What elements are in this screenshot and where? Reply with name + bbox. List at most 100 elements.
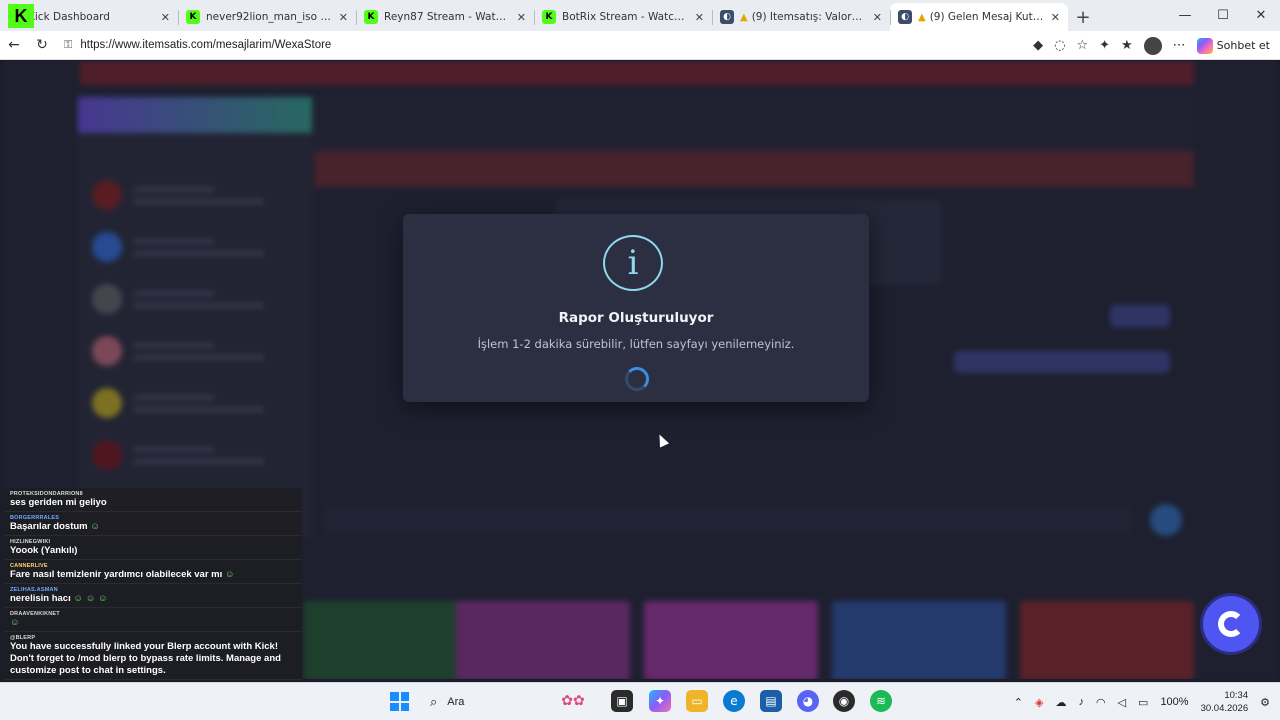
- product-card: [644, 601, 818, 679]
- chevron-up-icon[interactable]: ⌃: [1014, 696, 1023, 709]
- minimize-icon[interactable]: —: [1166, 0, 1204, 31]
- tab-never92lion-stream[interactable]: K never92lion_man_iso Stream ✕: [178, 3, 356, 31]
- conversation-item: [88, 437, 302, 473]
- system-tray: ⌃ ◈ ☁ ♪ ◠ ◁ ▭ 100% 10:34 30.04.2026 ⚙: [1014, 683, 1270, 720]
- close-icon[interactable]: ✕: [873, 11, 882, 24]
- discord-icon[interactable]: ◕: [797, 690, 819, 712]
- back-icon[interactable]: ←: [0, 37, 28, 53]
- copilot-button[interactable]: Sohbet et: [1196, 37, 1270, 54]
- product-cards: [304, 601, 1204, 679]
- info-icon: i: [603, 235, 663, 291]
- warning-icon: ▲: [740, 11, 748, 23]
- new-tab-button[interactable]: +: [1068, 3, 1098, 31]
- extension-icon[interactable]: ◆: [1033, 38, 1043, 53]
- reader-icon[interactable]: ◌: [1054, 38, 1065, 53]
- tulips-widget-icon[interactable]: ✿✿: [561, 690, 584, 712]
- tab-title: Reyn87 Stream - Watch Live o: [384, 11, 511, 23]
- chat-text: Yoook (Yankılı): [10, 545, 296, 557]
- chat-message: HIZLINEGWIKI Yoook (Yankılı): [4, 536, 302, 560]
- toolbar-icons: ◆ ◌ ☆ ✦ ★ ⋯ Sohbet et: [1033, 31, 1270, 60]
- conversation-item: [88, 385, 302, 421]
- chat-text: ☺: [10, 617, 296, 629]
- taskbar-search[interactable]: ⌕ Ara: [420, 688, 548, 715]
- chat-message: CANNERLIVE Fare nasıl temizlenir yardımcı…: [4, 560, 302, 584]
- microphone-icon[interactable]: ♪: [1078, 696, 1084, 708]
- chat-text: You have successfully linked your Blerp …: [10, 641, 296, 677]
- task-view-icon[interactable]: ▣: [611, 690, 633, 712]
- notification-icon[interactable]: ⚙: [1260, 696, 1270, 709]
- product-card: [832, 601, 1006, 679]
- stream-chat-overlay: PROTEKSIDONDARRION8 ses geriden mi geliyo…: [4, 488, 302, 714]
- close-window-icon[interactable]: ✕: [1242, 0, 1280, 31]
- obs-icon[interactable]: ◉: [833, 690, 855, 712]
- store-icon[interactable]: ▤: [760, 690, 782, 712]
- emote-icon: ☺: [10, 617, 20, 628]
- file-explorer-icon[interactable]: ▭: [686, 690, 708, 712]
- chat-message: BORGERRRALES Başarılar dostum ☺: [4, 512, 302, 536]
- reload-icon[interactable]: ↻: [28, 37, 56, 53]
- edge-browser-icon[interactable]: e: [723, 690, 745, 712]
- close-icon[interactable]: ✕: [695, 11, 704, 24]
- conversation-item: [88, 281, 302, 317]
- tab-title: never92lion_man_iso Stream: [206, 11, 333, 23]
- close-icon[interactable]: ✕: [161, 11, 170, 24]
- chat-fab-button[interactable]: [1203, 596, 1259, 652]
- spotify-icon[interactable]: ≋: [870, 690, 892, 712]
- clock[interactable]: 10:34 30.04.2026: [1201, 689, 1249, 715]
- tab-title: (9) Gelen Mesaj Kutusu ve: [929, 11, 1045, 23]
- copilot-app-icon[interactable]: ✦: [649, 690, 671, 712]
- conversation-item: [88, 177, 302, 213]
- conversation-sidebar: [78, 97, 312, 537]
- tab-reyn87-stream[interactable]: K Reyn87 Stream - Watch Live o ✕: [356, 3, 534, 31]
- search-icon: ⌕: [430, 693, 438, 709]
- loading-spinner-icon: [625, 367, 649, 391]
- security-icon[interactable]: ◈: [1035, 696, 1043, 709]
- url-field[interactable]: ⚿ https://www.itemsatis.com/mesajlarim/W…: [64, 39, 331, 52]
- itemsatis-icon: ◐: [720, 10, 734, 24]
- tab-bar: K Kick Dashboard ✕ K never92lion_man_iso…: [0, 0, 1280, 31]
- maximize-icon[interactable]: ☐: [1204, 0, 1242, 31]
- chat-text-content: Fare nasıl temizlenir yardımcı olabilece…: [10, 569, 223, 580]
- close-icon[interactable]: ✕: [517, 11, 526, 24]
- battery-icon[interactable]: ▭: [1138, 696, 1148, 709]
- message-bubble: [954, 351, 1170, 373]
- product-card: [1020, 601, 1194, 679]
- tab-title: BotRix Stream - Watch Live o: [562, 11, 689, 23]
- close-icon[interactable]: ✕: [1051, 11, 1060, 24]
- taskbar: ⌕ Ara ✿✿ ▣ ✦ ▭ e ▤ ◕ ◉ ≋ ⌃ ◈ ☁ ♪ ◠ ◁ ▭ 1…: [0, 682, 1280, 720]
- chat-message: @BLERP You have successfully linked your …: [4, 632, 302, 680]
- favorites-icon[interactable]: ★: [1121, 38, 1133, 53]
- volume-icon[interactable]: ◁: [1118, 696, 1126, 709]
- product-card: [456, 601, 630, 679]
- chat-header: [314, 97, 1194, 149]
- wifi-icon[interactable]: ◠: [1096, 696, 1106, 709]
- copilot-icon: [1196, 37, 1213, 54]
- address-bar: ← ↻ ⚿ https://www.itemsatis.com/mesajlar…: [0, 31, 1280, 60]
- favorite-star-icon[interactable]: ☆: [1076, 38, 1088, 53]
- chat-text-content: ses geriden mi geliyo: [10, 497, 107, 508]
- chat-message: ZELIHAS.ASMAN nerelisin hacı ☺ ☺ ☺: [4, 584, 302, 608]
- chat-text-content: You have successfully linked your Blerp …: [10, 641, 281, 676]
- kick-logo: K: [8, 4, 34, 28]
- send-button: [1150, 504, 1182, 536]
- profile-avatar[interactable]: [1143, 36, 1162, 55]
- clock-date: 30.04.2026: [1200, 703, 1249, 714]
- tab-gelen-mesaj[interactable]: ◐ ▲ (9) Gelen Mesaj Kutusu ve ✕: [890, 3, 1068, 31]
- clock-time: 10:34: [1224, 690, 1249, 701]
- extensions-puzzle-icon[interactable]: ✦: [1099, 38, 1110, 53]
- emote-icon: ☺ ☺ ☺: [73, 593, 108, 604]
- chat-text: nerelisin hacı ☺ ☺ ☺: [10, 593, 296, 605]
- chat-text: ses geriden mi geliyo: [10, 497, 296, 509]
- close-icon[interactable]: ✕: [339, 11, 348, 24]
- warning-icon: ▲: [918, 11, 926, 23]
- cloud-icon[interactable]: ☁: [1055, 696, 1066, 709]
- more-menu-icon[interactable]: ⋯: [1173, 38, 1186, 53]
- product-card: [304, 601, 478, 679]
- tab-itemsatis-valorant[interactable]: ◐ ▲ (9) İtemsatış: Valorant VP ✕: [712, 3, 890, 31]
- tab-botrix-stream[interactable]: K BotRix Stream - Watch Live o ✕: [534, 3, 712, 31]
- tab-title: (9) İtemsatış: Valorant VP: [751, 11, 867, 23]
- message-input: [324, 507, 1132, 535]
- site-info-icon[interactable]: ⚿: [64, 39, 72, 52]
- windows-start-icon[interactable]: [390, 692, 409, 711]
- conversation-item: [88, 229, 302, 265]
